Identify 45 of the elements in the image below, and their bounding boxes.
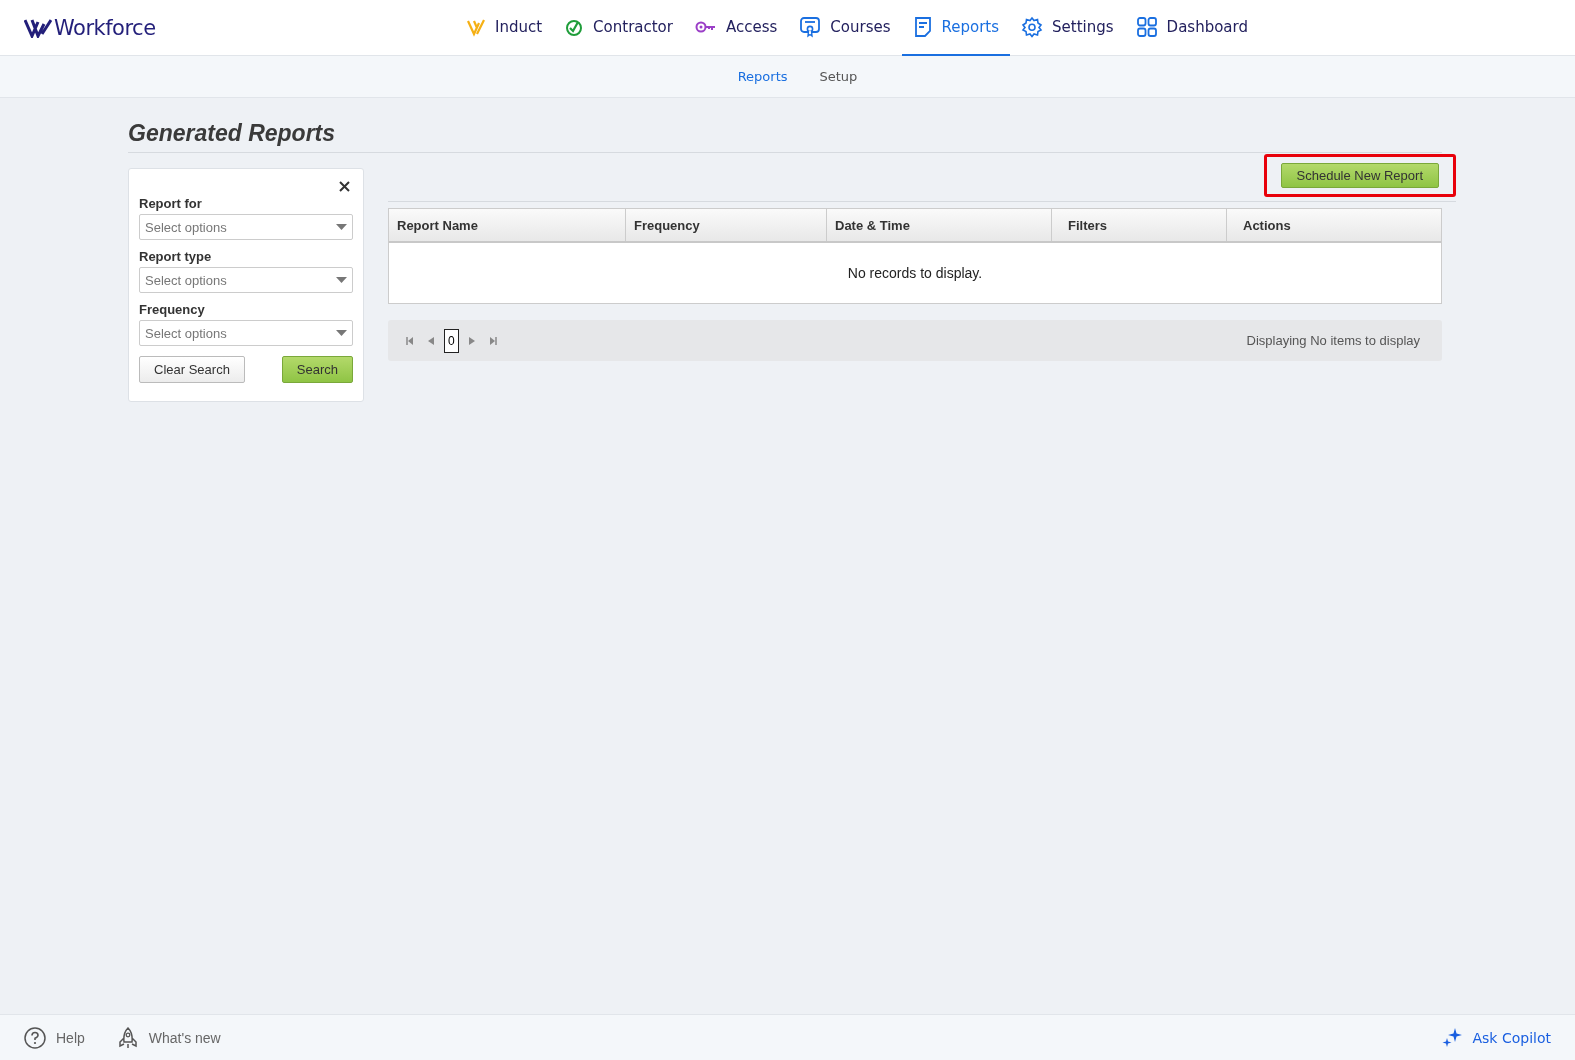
schedule-report-button[interactable]: Schedule New Report [1280,163,1439,188]
dropdown-arrow-icon [336,277,347,283]
field-label: Report type [139,249,213,264]
next-page-icon[interactable] [468,336,475,345]
ask-copilot-button[interactable]: Ask Copilot [1440,1026,1551,1049]
brand-name: Workforce [54,15,156,40]
select-field[interactable]: Select options [139,214,353,240]
field-label: Report for [139,196,203,211]
first-page-icon[interactable] [406,336,414,345]
nav-tab[interactable]: Induct [455,0,554,56]
nav-tab[interactable]: Access [683,0,789,56]
note-icon [912,15,933,38]
nav-tab[interactable]: Settings [1010,0,1125,56]
nav-tab[interactable]: Courses [788,0,902,56]
select-field[interactable]: Select options [139,267,353,293]
page-title: Generated Reports [128,120,1442,153]
previous-page-icon[interactable] [428,336,434,345]
column-header[interactable]: Frequency [626,209,827,241]
empty-message: No records to display. [847,265,983,281]
nav-tab[interactable]: Dashboard [1124,0,1259,56]
dropdown-arrow-icon [336,330,347,336]
column-header[interactable]: Date & Time [827,209,1052,241]
subnav-tab[interactable]: Setup [819,69,858,84]
search-button[interactable]: Search [281,356,353,383]
rocket-icon [116,1026,139,1049]
page-number[interactable]: 0 [444,328,459,353]
help-icon [24,1026,46,1049]
field-label: Frequency [139,302,206,317]
pager-status: Displaying No items to display [1246,333,1420,348]
grid-icon [1135,15,1158,38]
column-header[interactable]: Report Name [389,209,626,241]
last-page-icon[interactable] [488,336,497,345]
settings-icon [1021,15,1044,38]
subnav-tab[interactable]: Reports [737,69,788,84]
certificate-icon [799,15,822,38]
logo-icon [24,17,52,38]
select-field[interactable]: Select options [139,320,353,346]
column-header[interactable]: Filters [1052,209,1227,241]
dropdown-arrow-icon [336,224,347,230]
help-link[interactable]: Help [24,1026,85,1049]
close-icon[interactable] [339,181,350,192]
column-header[interactable]: Actions [1227,209,1441,241]
whats-new-link[interactable]: What's new [116,1026,221,1049]
clear-search-button[interactable]: Clear Search [139,356,245,383]
nav-tab[interactable]: Contractor [553,0,684,56]
